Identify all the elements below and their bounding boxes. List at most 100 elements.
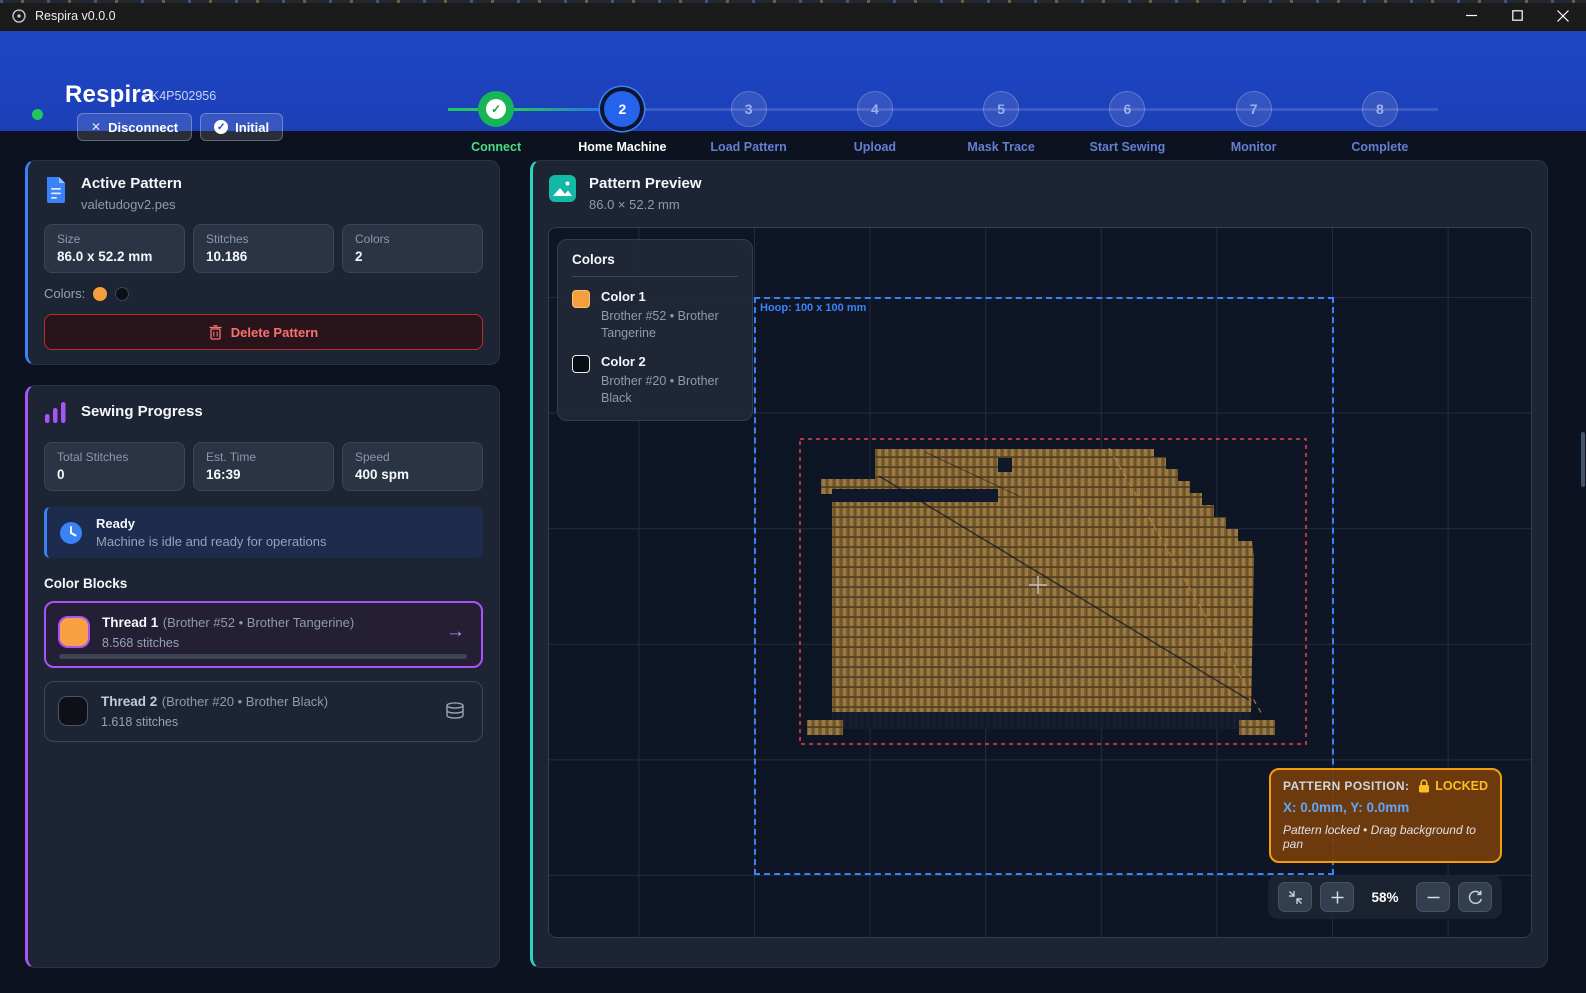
zoom-level: 58% — [1362, 890, 1408, 905]
step-home-machine[interactable]: 2 Home Machine — [559, 62, 685, 154]
trash-icon — [209, 325, 222, 340]
delete-pattern-button[interactable]: Delete Pattern — [44, 314, 483, 350]
legend-swatch-orange — [572, 290, 590, 308]
step-load-pattern: 3 Load Pattern — [686, 62, 812, 154]
colors-legend: Colors Color 1 Brother #52 • Brother Tan… — [557, 239, 753, 421]
minus-icon — [1427, 891, 1440, 904]
step-circle-active: 2 — [604, 91, 640, 127]
step-monitor: 7 Monitor — [1191, 62, 1317, 154]
background-window-artifact — [0, 0, 1586, 3]
title-bar: Respira v0.0.0 — [0, 0, 1586, 31]
stat-value: 0 — [57, 467, 172, 482]
step-start-sewing: 6 Start Sewing — [1064, 62, 1190, 154]
step-label: Mask Trace — [967, 140, 1034, 154]
stat-speed: Speed 400 spm — [342, 442, 483, 491]
step-circle: 7 — [1236, 91, 1272, 127]
stat-colors: Colors 2 — [342, 224, 483, 273]
thread-2-swatch — [59, 697, 87, 725]
plus-icon — [1331, 891, 1344, 904]
stat-label: Stitches — [206, 232, 321, 246]
pattern-canvas[interactable]: Hoop: 100 x 100 mm Colors Color 1 Brothe… — [548, 227, 1532, 938]
initial-button[interactable]: ✓ Initial — [200, 113, 283, 141]
thread-stitch-count: 1.618 stitches — [101, 715, 431, 729]
workflow-stepper: ✓ Connect 2 Home Machine 3 Load Pattern … — [433, 62, 1443, 162]
stat-total-stitches: Total Stitches 0 — [44, 442, 185, 491]
maximize-button[interactable] — [1494, 0, 1540, 31]
stat-est-time: Est. Time 16:39 — [193, 442, 334, 491]
stat-size: Size 86.0 x 52.2 mm — [44, 224, 185, 273]
thread-block-2[interactable]: Thread 2 (Brother #20 • Brother Black) 1… — [44, 681, 483, 742]
pattern-dimensions: 86.0 × 52.2 mm — [589, 197, 702, 212]
step-label: Monitor — [1231, 140, 1277, 154]
legend-color-desc: Brother #20 • Brother Black — [601, 373, 738, 407]
step-circle: 3 — [731, 91, 767, 127]
connection-status-dot — [32, 109, 43, 120]
pattern-position-overlay: PATTERN POSITION: LOCKED X: 0.0mm, Y: 0.… — [1269, 768, 1502, 863]
machine-serial: • K4P502956 — [143, 89, 216, 103]
thread-name: Thread 2 — [101, 694, 157, 709]
fit-screen-icon — [1288, 890, 1303, 905]
step-label: Home Machine — [578, 140, 666, 154]
sewing-progress-card: Sewing Progress Total Stitches 0 Est. Ti… — [25, 385, 500, 968]
step-label: Complete — [1351, 140, 1408, 154]
thread-block-1[interactable]: Thread 1 (Brother #52 • Brother Tangerin… — [44, 601, 483, 668]
step-circle: 5 — [983, 91, 1019, 127]
step-label: Start Sewing — [1090, 140, 1166, 154]
window-title: Respira v0.0.0 — [35, 9, 116, 23]
step-label: Upload — [854, 140, 896, 154]
scrollbar-thumb[interactable] — [1581, 432, 1585, 487]
thread-detail: (Brother #52 • Brother Tangerine) — [163, 615, 354, 630]
card-title: Pattern Preview — [589, 175, 702, 192]
pattern-preview-card: Pattern Preview 86.0 × 52.2 mm — [530, 160, 1548, 968]
clock-icon — [59, 521, 83, 545]
card-title: Active Pattern — [81, 175, 182, 192]
thread-detail: (Brother #20 • Brother Black) — [162, 694, 328, 709]
stat-value: 86.0 x 52.2 mm — [57, 249, 172, 264]
zoom-out-button[interactable] — [1416, 882, 1450, 912]
serial-number: K4P502956 — [151, 89, 216, 103]
stat-stitches: Stitches 10.186 — [193, 224, 334, 273]
refresh-icon — [1468, 890, 1483, 905]
bar-chart-icon — [44, 400, 68, 426]
thread-1-swatch — [60, 618, 88, 646]
thread-stitch-count: 8.568 stitches — [102, 636, 432, 650]
app-icon — [11, 8, 27, 24]
stat-label: Size — [57, 232, 172, 246]
step-upload: 4 Upload — [812, 62, 938, 154]
legend-swatch-black — [572, 355, 590, 373]
legend-item-color-2: Color 2 Brother #20 • Brother Black — [572, 354, 738, 407]
step-circle: 6 — [1109, 91, 1145, 127]
maximize-icon — [1512, 10, 1523, 21]
minimize-icon — [1466, 10, 1477, 21]
arrow-right-icon: → — [446, 621, 465, 643]
thread-1-progress-bar — [59, 654, 467, 659]
step-mask-trace: 5 Mask Trace — [938, 62, 1064, 154]
separator: • — [143, 89, 147, 103]
app-header: Respira • K4P502956 ✕ Disconnect ✓ Initi… — [0, 31, 1586, 131]
step-circle: 8 — [1362, 91, 1398, 127]
legend-item-color-1: Color 1 Brother #52 • Brother Tangerine — [572, 289, 738, 342]
disconnect-button[interactable]: ✕ Disconnect — [77, 113, 192, 141]
stat-label: Total Stitches — [57, 450, 172, 464]
fit-to-screen-button[interactable] — [1278, 882, 1312, 912]
reset-view-button[interactable] — [1458, 882, 1492, 912]
minimize-button[interactable] — [1448, 0, 1494, 31]
zoom-in-button[interactable] — [1320, 882, 1354, 912]
color-blocks-heading: Color Blocks — [44, 576, 483, 591]
step-label: Load Pattern — [710, 140, 786, 154]
hoop-boundary — [754, 297, 1334, 875]
status-description: Machine is idle and ready for operations — [96, 534, 327, 549]
step-circle: 4 — [857, 91, 893, 127]
colors-label: Colors: — [44, 286, 85, 301]
step-connect[interactable]: ✓ Connect — [433, 62, 559, 154]
machine-status-banner: Ready Machine is idle and ready for oper… — [44, 507, 483, 558]
stat-label: Colors — [355, 232, 470, 246]
pattern-filename: valetudogv2.pes — [81, 197, 182, 212]
thread-name: Thread 1 — [102, 615, 158, 630]
active-pattern-card: Active Pattern valetudogv2.pes Size 86.0… — [25, 160, 500, 365]
stat-label: Speed — [355, 450, 470, 464]
lock-icon — [1418, 779, 1430, 793]
color-swatch-black — [115, 287, 129, 301]
stat-value: 16:39 — [206, 467, 321, 482]
close-button[interactable] — [1540, 0, 1586, 31]
